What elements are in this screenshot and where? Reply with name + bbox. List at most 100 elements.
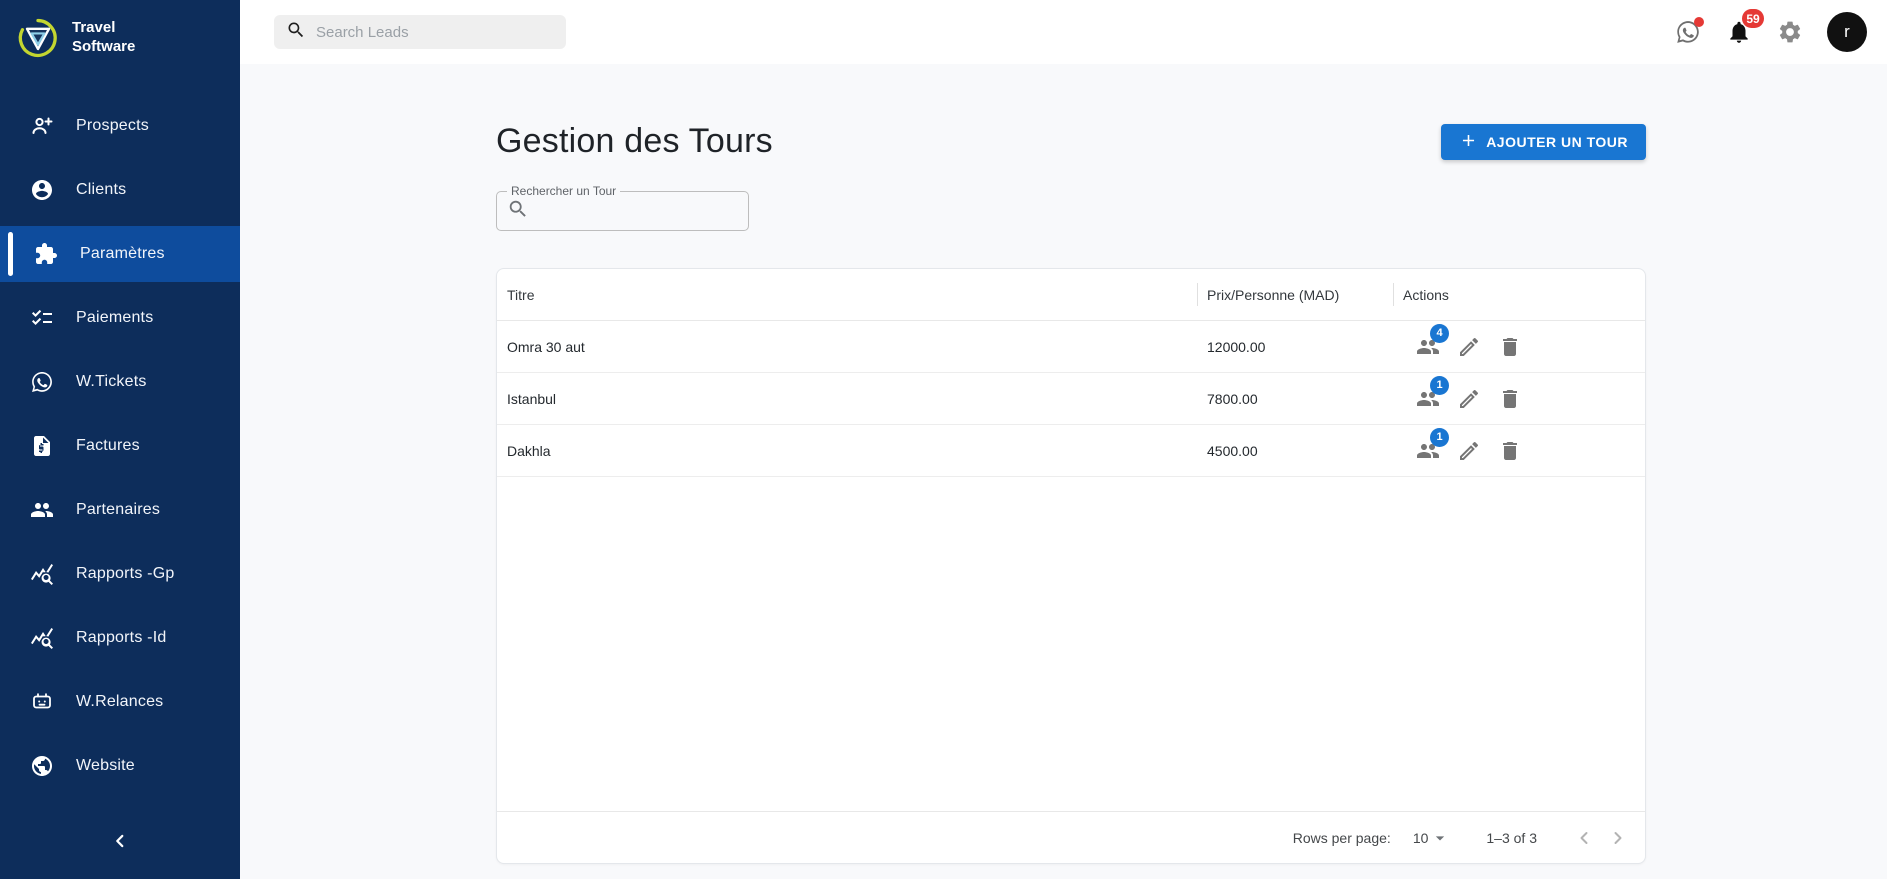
robot-chat-icon bbox=[30, 690, 54, 714]
delete-button[interactable] bbox=[1497, 386, 1523, 412]
page-content: Gestion des Tours AJOUTER UN TOUR Recher… bbox=[496, 64, 1646, 864]
trash-icon bbox=[1498, 335, 1522, 359]
search-icon bbox=[286, 20, 306, 45]
sidebar-item-rapports-id[interactable]: Rapports -Id bbox=[0, 610, 240, 666]
column-header-titre: Titre bbox=[497, 269, 1197, 320]
sidebar-item-label: W.Relances bbox=[76, 693, 163, 711]
sidebar-item-wrelances[interactable]: W.Relances bbox=[0, 674, 240, 730]
sidebar-item-label: Rapports -Id bbox=[76, 629, 166, 647]
tour-search-label: Rechercher un Tour bbox=[507, 184, 620, 198]
table-row: Istanbul 7800.00 1 bbox=[497, 373, 1645, 425]
sidebar-item-label: Factures bbox=[76, 437, 140, 455]
edit-button[interactable] bbox=[1456, 438, 1482, 464]
pencil-icon bbox=[1457, 439, 1481, 463]
sidebar-item-label: Clients bbox=[76, 181, 126, 199]
edit-button[interactable] bbox=[1456, 334, 1482, 360]
rows-per-page-select[interactable]: 10 bbox=[1413, 828, 1451, 848]
sidebar-item-website[interactable]: Website bbox=[0, 738, 240, 794]
brand-name: Travel Software bbox=[72, 19, 135, 57]
sidebar-nav: Prospects Clients Paramètres Paiements W… bbox=[0, 98, 240, 802]
chevron-left-icon bbox=[1572, 826, 1596, 850]
participants-count-badge: 1 bbox=[1430, 428, 1449, 447]
trash-icon bbox=[1498, 439, 1522, 463]
checklist-icon bbox=[30, 306, 54, 330]
sidebar-item-clients[interactable]: Clients bbox=[0, 162, 240, 218]
tour-search-input[interactable] bbox=[535, 203, 738, 220]
trash-icon bbox=[1498, 387, 1522, 411]
notification-count-badge: 59 bbox=[1742, 9, 1764, 28]
next-page-button[interactable] bbox=[1601, 821, 1635, 855]
tour-price: 4500.00 bbox=[1197, 443, 1393, 459]
previous-page-button[interactable] bbox=[1567, 821, 1601, 855]
table-header-row: Titre Prix/Personne (MAD) Actions bbox=[497, 269, 1645, 321]
notifications-button[interactable]: 59 bbox=[1725, 18, 1753, 46]
table-row: Omra 30 aut 12000.00 4 bbox=[497, 321, 1645, 373]
participants-count-badge: 1 bbox=[1430, 376, 1449, 395]
brand: Travel Software bbox=[0, 0, 240, 70]
dropdown-arrow-icon bbox=[1430, 828, 1450, 848]
sidebar-item-wtickets[interactable]: W.Tickets bbox=[0, 354, 240, 410]
search-icon bbox=[507, 198, 529, 225]
tour-search-field[interactable]: Rechercher un Tour bbox=[496, 191, 749, 231]
people-icon bbox=[30, 498, 54, 522]
sidebar: Travel Software Prospects Clients Paramè… bbox=[0, 0, 240, 879]
report-search-icon bbox=[30, 562, 54, 586]
column-header-actions: Actions bbox=[1393, 269, 1645, 320]
edit-button[interactable] bbox=[1456, 386, 1482, 412]
whatsapp-status-button[interactable] bbox=[1674, 18, 1702, 46]
page-title: Gestion des Tours bbox=[496, 122, 773, 161]
sidebar-item-label: Prospects bbox=[76, 117, 149, 135]
whatsapp-alert-dot bbox=[1694, 17, 1704, 27]
tour-title: Istanbul bbox=[497, 391, 1197, 407]
global-search-input[interactable] bbox=[316, 24, 554, 41]
sidebar-item-paiements[interactable]: Paiements bbox=[0, 290, 240, 346]
settings-button[interactable] bbox=[1776, 18, 1804, 46]
sidebar-item-label: Partenaires bbox=[76, 501, 160, 519]
table-row: Dakhla 4500.00 1 bbox=[497, 425, 1645, 477]
sidebar-item-prospects[interactable]: Prospects bbox=[0, 98, 240, 154]
sidebar-collapse-button[interactable] bbox=[102, 825, 138, 861]
topbar: 59 r bbox=[240, 0, 1887, 64]
pencil-icon bbox=[1457, 335, 1481, 359]
sidebar-item-rapports-gp[interactable]: Rapports -Gp bbox=[0, 546, 240, 602]
invoice-icon bbox=[30, 434, 54, 458]
sidebar-item-label: Website bbox=[76, 757, 135, 775]
rows-per-page-label: Rows per page: bbox=[1293, 830, 1391, 846]
sidebar-item-label: Paramètres bbox=[80, 245, 165, 263]
globe-icon bbox=[30, 754, 54, 778]
topbar-icons: 59 r bbox=[1674, 12, 1867, 52]
tour-price: 7800.00 bbox=[1197, 391, 1393, 407]
sidebar-item-label: Rapports -Gp bbox=[76, 565, 174, 583]
report-search-icon bbox=[30, 626, 54, 650]
add-tour-button[interactable]: AJOUTER UN TOUR bbox=[1441, 124, 1646, 160]
sidebar-item-parametres[interactable]: Paramètres bbox=[0, 226, 240, 282]
row-actions: 1 bbox=[1393, 438, 1645, 464]
delete-button[interactable] bbox=[1497, 334, 1523, 360]
person-add-icon bbox=[30, 114, 54, 138]
chevron-right-icon bbox=[1606, 826, 1630, 850]
brand-logo bbox=[16, 16, 60, 60]
participants-button[interactable]: 1 bbox=[1415, 386, 1441, 412]
tour-price: 12000.00 bbox=[1197, 339, 1393, 355]
whatsapp-icon bbox=[30, 370, 54, 394]
sidebar-item-partenaires[interactable]: Partenaires bbox=[0, 482, 240, 538]
sidebar-item-label: Paiements bbox=[76, 309, 153, 327]
sidebar-item-label: W.Tickets bbox=[76, 373, 147, 391]
participants-count-badge: 4 bbox=[1430, 324, 1449, 343]
plus-icon bbox=[1459, 131, 1478, 153]
participants-button[interactable]: 4 bbox=[1415, 334, 1441, 360]
participants-button[interactable]: 1 bbox=[1415, 438, 1441, 464]
main-area: 59 r Gestion des Tours AJOUTER UN TOUR R… bbox=[240, 0, 1887, 879]
pencil-icon bbox=[1457, 387, 1481, 411]
title-row: Gestion des Tours AJOUTER UN TOUR bbox=[496, 122, 1646, 161]
sidebar-item-factures[interactable]: Factures bbox=[0, 418, 240, 474]
delete-button[interactable] bbox=[1497, 438, 1523, 464]
user-avatar[interactable]: r bbox=[1827, 12, 1867, 52]
row-actions: 1 bbox=[1393, 386, 1645, 412]
table-empty-space bbox=[497, 477, 1645, 811]
column-header-prix: Prix/Personne (MAD) bbox=[1197, 269, 1393, 320]
chevron-left-icon bbox=[109, 830, 131, 857]
account-circle-icon bbox=[30, 178, 54, 202]
puzzle-icon bbox=[34, 242, 58, 266]
global-search[interactable] bbox=[274, 15, 566, 49]
